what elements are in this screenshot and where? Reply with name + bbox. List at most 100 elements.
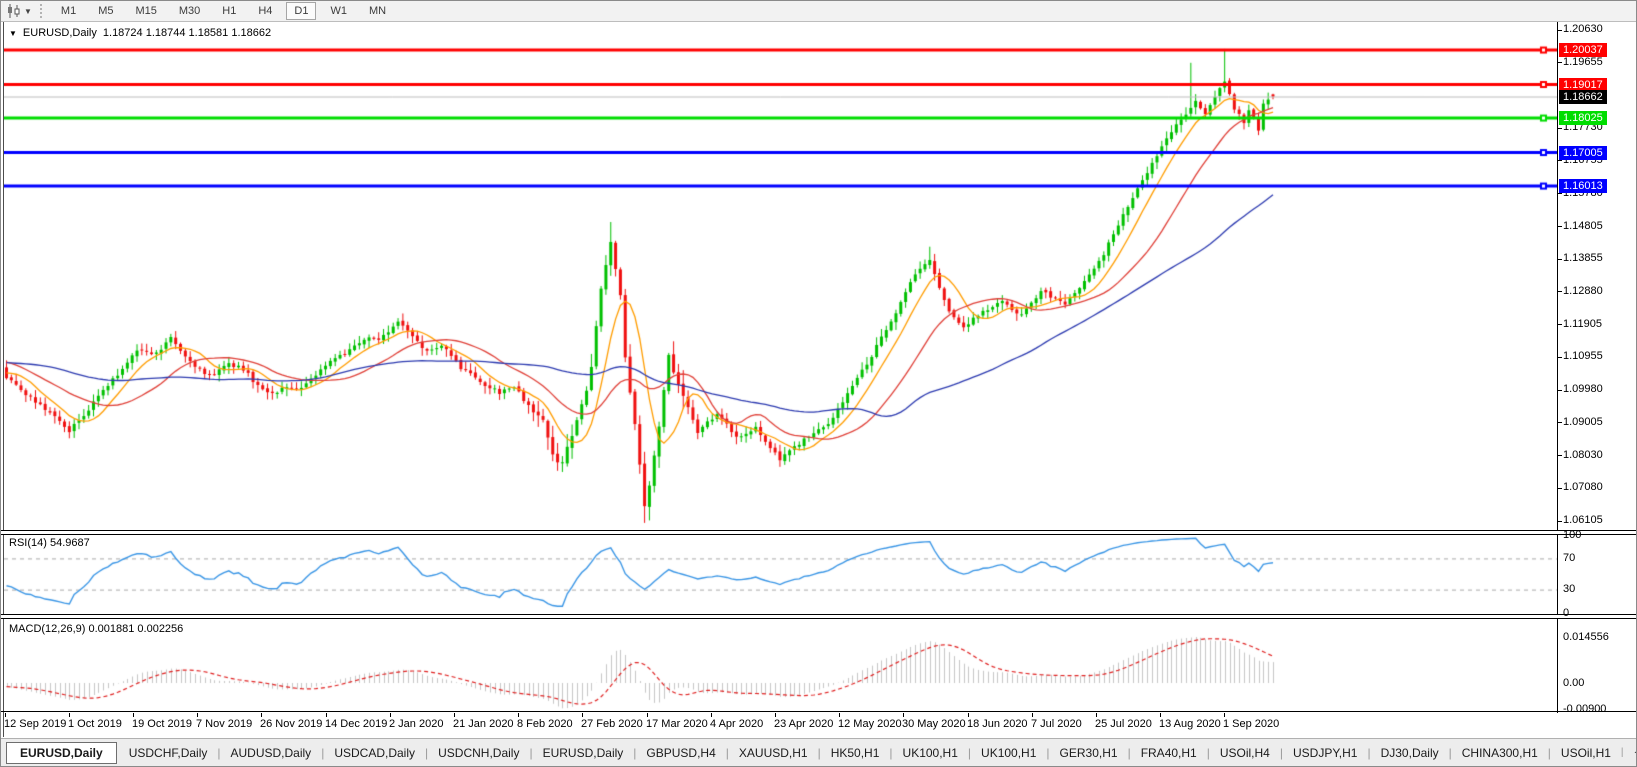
date-label: 12 Sep 2019 <box>4 718 66 730</box>
tab-divider: | <box>968 746 971 760</box>
hline-price-tag: 1.18025 <box>1559 111 1607 125</box>
chart-tab[interactable]: USDCAD,Daily <box>325 744 424 762</box>
price-tick-mark <box>1557 357 1562 358</box>
chart-title: ▼ EURUSD,Daily 1.18724 1.18744 1.18581 1… <box>9 27 271 39</box>
hline-price-tag: 1.17005 <box>1559 146 1607 160</box>
time-tick-mark <box>197 713 198 717</box>
rsi-tick-label: 70 <box>1563 552 1575 564</box>
tab-divider: | <box>1128 746 1131 760</box>
chart-tab[interactable]: XAUUSD,H1 <box>730 744 817 762</box>
price-tick-mark <box>1557 422 1562 423</box>
date-label: 13 Aug 2020 <box>1159 718 1221 730</box>
timeframe-button-d1[interactable]: D1 <box>286 2 316 20</box>
chart-tab[interactable]: AUDUSD,Daily <box>222 744 321 762</box>
date-label: 8 Feb 2020 <box>517 718 573 730</box>
price-tick-mark <box>1557 390 1562 391</box>
timeframe-button-m30[interactable]: M30 <box>171 2 208 20</box>
price-chart-canvas[interactable] <box>4 24 1557 713</box>
time-tick-mark <box>968 713 969 717</box>
price-tick-label: 1.13855 <box>1563 252 1603 264</box>
rsi-macd-separator[interactable] <box>1 614 1636 619</box>
macd-bottom-border <box>1 711 1636 712</box>
timeframe-button-h1[interactable]: H1 <box>214 2 244 20</box>
date-label: 23 Apr 2020 <box>774 718 833 730</box>
toolbar: ▼ M1 M5 M15 M30 H1 H4 D1 W1 MN <box>1 1 1636 22</box>
tab-divider: | <box>889 746 892 760</box>
chart-tab[interactable]: UK100,H1 <box>972 744 1045 762</box>
tab-divider: | <box>1046 746 1049 760</box>
tab-divider: | <box>425 746 428 760</box>
macd-tick-label: -0.00900 <box>1563 703 1606 715</box>
tab-divider: | <box>1207 746 1210 760</box>
chart-tab[interactable]: CHINA300,H1 <box>1453 744 1547 762</box>
date-label: 1 Oct 2019 <box>68 718 122 730</box>
tab-divider: | <box>1367 746 1370 760</box>
chart-tab[interactable]: USDJPY,H1 <box>1284 744 1366 762</box>
price-tick-label: 1.07080 <box>1563 481 1603 493</box>
rsi-label: RSI(14) 54.9687 <box>9 537 90 549</box>
price-rsi-separator[interactable] <box>1 530 1636 535</box>
hline-price-tag: 1.16013 <box>1559 179 1607 193</box>
price-tick-label: 1.11905 <box>1563 318 1602 330</box>
mt4-window: ▼ M1 M5 M15 M30 H1 H4 D1 W1 MN ▼ EURUSD,Daily 1.… <box>0 0 1637 767</box>
chart-tab[interactable]: USDCHF,Daily <box>120 744 217 762</box>
chart-tab[interactable]: EURUSD,Daily <box>534 744 633 762</box>
price-tick-label: 1.09980 <box>1563 383 1603 395</box>
time-tick-mark <box>647 713 648 717</box>
chart-tab[interactable]: USDCNH,Daily <box>429 744 528 762</box>
timeframe-button-m15[interactable]: M15 <box>127 2 164 20</box>
chart-tab[interactable]: UK100,H1 <box>894 744 967 762</box>
price-tick-mark <box>1557 128 1562 129</box>
time-tick-mark <box>1160 713 1161 717</box>
price-tick-mark <box>1557 488 1562 489</box>
date-label: 18 Jun 2020 <box>967 718 1028 730</box>
price-tick-mark <box>1557 324 1562 325</box>
chart-tab[interactable]: EURUSD,Daily <box>6 742 117 764</box>
chart-tab[interactable]: GBPUSD,H4 <box>637 744 724 762</box>
chart-tabs: EURUSD,DailyUSDCHF,Daily|AUDUSD,Daily|US… <box>6 742 1620 764</box>
chart-tab[interactable]: USOil,H1 <box>1552 744 1620 762</box>
price-tick-label: 1.12880 <box>1563 285 1603 297</box>
time-tick-mark <box>582 713 583 717</box>
price-tick-label: 1.09005 <box>1563 416 1603 428</box>
time-tick-mark <box>261 713 262 717</box>
date-label: 27 Feb 2020 <box>581 718 643 730</box>
time-tick-mark <box>711 713 712 717</box>
chart-tab-bar: EURUSD,DailyUSDCHF,Daily|AUDUSD,Daily|US… <box>1 738 1636 766</box>
chart-tab[interactable]: FRA40,H1 <box>1132 744 1206 762</box>
candlestick-chart-icon[interactable] <box>5 3 23 19</box>
date-label: 2 Jan 2020 <box>389 718 443 730</box>
hline-price-tag: 1.20037 <box>1559 43 1607 57</box>
price-axis-line <box>1557 22 1558 713</box>
chart-tab[interactable]: HK50,H1 <box>822 744 889 762</box>
price-tick-mark <box>1557 226 1562 227</box>
time-tick-mark <box>454 713 455 717</box>
chart-tab[interactable]: GER30,H1 <box>1051 744 1127 762</box>
timeframe-button-m1[interactable]: M1 <box>53 2 84 20</box>
rsi-tick-label: 30 <box>1563 583 1575 595</box>
timeframe-button-mn[interactable]: MN <box>361 2 394 20</box>
date-label: 7 Nov 2019 <box>196 718 252 730</box>
date-label: 17 Mar 2020 <box>646 718 708 730</box>
date-label: 14 Dec 2019 <box>325 718 387 730</box>
timeframe-button-w1[interactable]: W1 <box>322 2 355 20</box>
toolbar-grip <box>40 4 42 18</box>
tab-divider: | <box>1548 746 1551 760</box>
price-tick-label: 1.10955 <box>1563 350 1603 362</box>
tab-divider: | <box>1621 747 1624 758</box>
timeframe-buttons: M1 M5 M15 M30 H1 H4 D1 W1 MN <box>50 2 397 20</box>
date-label: 7 Jul 2020 <box>1031 718 1082 730</box>
chart-symbol-period: EURUSD,Daily <box>23 27 97 39</box>
tab-scroll-arrows: | ◂ ▸ <box>1620 747 1637 758</box>
timeframe-button-m5[interactable]: M5 <box>90 2 121 20</box>
tab-divider: | <box>321 746 324 760</box>
chart-tab[interactable]: DJ30,Daily <box>1372 744 1448 762</box>
chevron-down-icon[interactable]: ▼ <box>24 7 32 16</box>
price-tick-label: 1.06105 <box>1563 514 1603 526</box>
rsi-tick-label: 0 <box>1563 607 1569 619</box>
triangle-down-icon[interactable]: ▼ <box>9 29 17 38</box>
timeframe-button-h4[interactable]: H4 <box>250 2 280 20</box>
chart-tab[interactable]: USOil,H4 <box>1211 744 1279 762</box>
current-price-tag: 1.18662 <box>1559 90 1607 104</box>
tab-divider: | <box>1280 746 1283 760</box>
